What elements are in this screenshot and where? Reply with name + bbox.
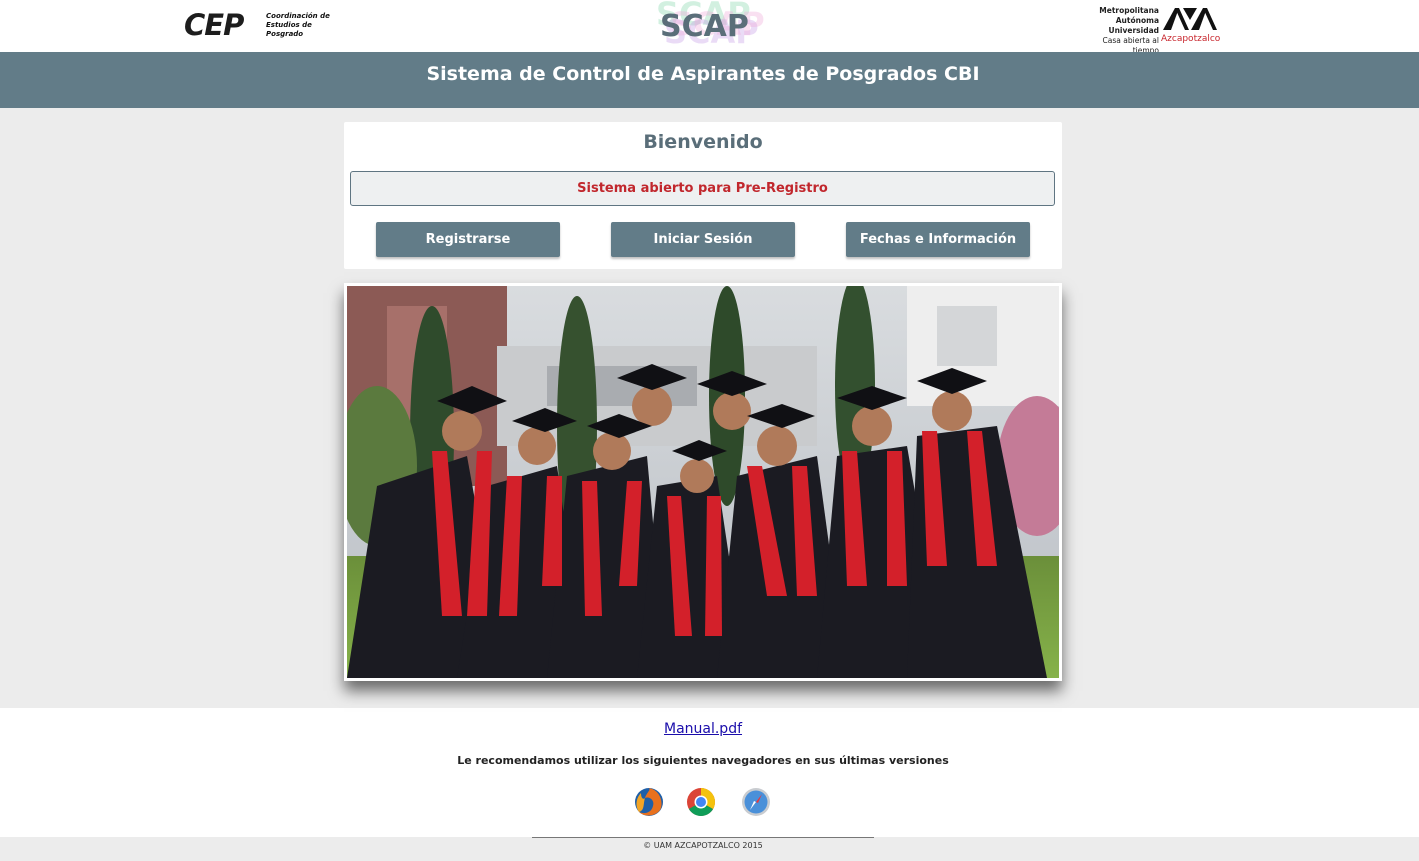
cep-logo-mark: CEP xyxy=(184,8,244,42)
cep-logo-text: Coordinación de Estudios de Posgrado xyxy=(266,12,330,38)
firefox-icon[interactable] xyxy=(633,786,665,818)
top-logo-bar: CEP Coordinación de Estudios de Posgrado… xyxy=(0,0,1419,55)
uam-line-2: Autónoma xyxy=(1115,16,1159,25)
status-notice: Sistema abierto para Pre-Registro xyxy=(350,171,1055,206)
chrome-icon[interactable] xyxy=(685,786,717,818)
register-button[interactable]: Registrarse xyxy=(376,222,560,257)
safari-icon[interactable] xyxy=(740,786,772,818)
uam-logo: Metropolitana Autónoma Universidad Casa … xyxy=(1075,6,1225,55)
uam-logo-text: Metropolitana Autónoma Universidad Casa … xyxy=(1075,6,1159,56)
uam-emblem-icon xyxy=(1163,8,1217,30)
graduates-photo xyxy=(347,286,1059,678)
page-title: Sistema de Control de Aspirantes de Posg… xyxy=(426,63,980,85)
browser-icons xyxy=(633,786,773,820)
welcome-card: Bienvenido Sistema abierto para Pre-Regi… xyxy=(344,122,1062,269)
browser-recommendation: Le recomendamos utilizar los siguientes … xyxy=(457,754,949,767)
status-notice-text: Sistema abierto para Pre-Registro xyxy=(577,181,828,196)
title-banner: Sistema de Control de Aspirantes de Posg… xyxy=(0,52,1419,108)
scap-logo-text: SCAP xyxy=(660,9,749,44)
footer-copyright: © UAM AZCAPOTZALCO 2015 xyxy=(643,841,763,850)
uam-line-1: Metropolitana xyxy=(1099,6,1159,15)
footer-divider xyxy=(532,837,874,838)
graduates-photo-frame xyxy=(344,283,1062,681)
dates-info-button[interactable]: Fechas e Información xyxy=(846,222,1030,257)
uam-line-3: Universidad xyxy=(1108,26,1159,35)
manual-pdf-link[interactable]: Manual.pdf xyxy=(0,720,1406,738)
scap-logo: SCAP SCAP SCAP SCAP xyxy=(650,0,765,51)
footer: © UAM AZCAPOTZALCO 2015 xyxy=(0,837,1419,861)
login-button[interactable]: Iniciar Sesión xyxy=(611,222,795,257)
uam-campus: Azcapotzalco xyxy=(1161,34,1221,44)
cep-logo: CEP Coordinación de Estudios de Posgrado xyxy=(184,9,334,43)
welcome-title: Bienvenido xyxy=(643,131,763,153)
